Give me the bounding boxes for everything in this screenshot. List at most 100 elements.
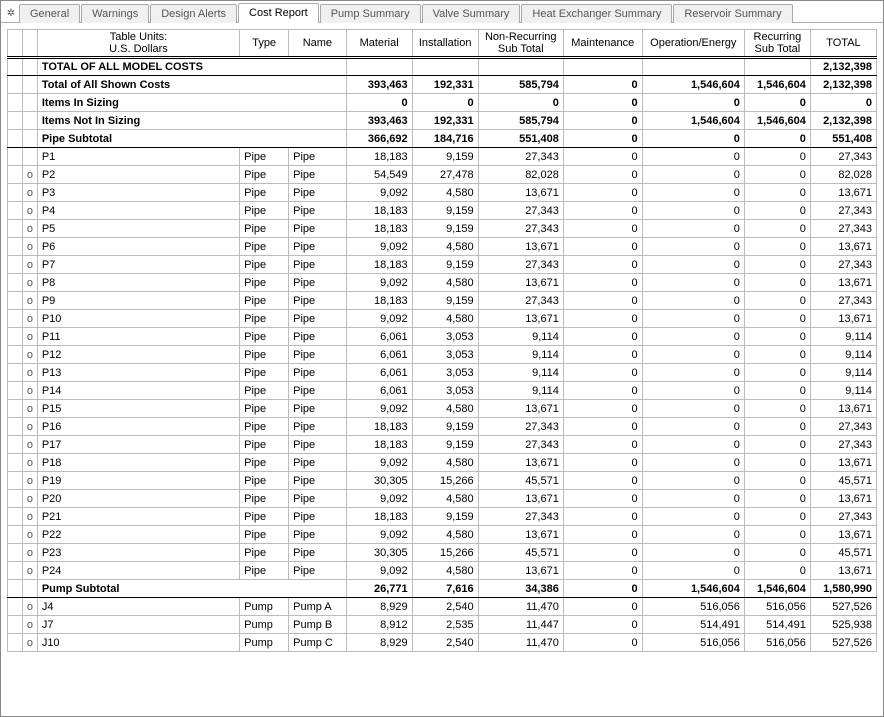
col-maintenance[interactable]: Maintenance [563, 30, 642, 58]
col-type[interactable]: Type [240, 30, 289, 58]
tab-valve-summary[interactable]: Valve Summary [422, 4, 521, 23]
row-pipe-P11[interactable]: oP11PipePipe6,0613,0539,1140009,114 [8, 328, 877, 346]
row-pipe-P19-rec[interactable]: 0 [744, 472, 810, 490]
row-pipe-P2[interactable]: oP2PipePipe54,54927,47882,02800082,028 [8, 166, 877, 184]
row-pipe-P2-material[interactable]: 54,549 [346, 166, 412, 184]
grand-pad-5[interactable] [744, 58, 810, 76]
tab-reservoir-summary[interactable]: Reservoir Summary [673, 4, 792, 23]
row-in-sizing[interactable]: Items In Sizing0000000 [8, 94, 877, 112]
row-pump-J10-blank[interactable] [8, 634, 23, 652]
row-in-sizing-nonrec[interactable]: 0 [478, 94, 563, 112]
row-pipe-P15-name[interactable]: Pipe [289, 400, 347, 418]
row-pipe-P2-id[interactable]: P2 [37, 166, 239, 184]
row-pipe-P21-maint[interactable]: 0 [563, 508, 642, 526]
row-pipe-P14-id[interactable]: P14 [37, 382, 239, 400]
row-pipe-P1-type[interactable]: Pipe [240, 148, 289, 166]
row-pipe-P23-op[interactable]: 0 [642, 544, 744, 562]
row-pipe-P15[interactable]: oP15PipePipe9,0924,58013,67100013,671 [8, 400, 877, 418]
row-pipe-P2-install[interactable]: 27,478 [412, 166, 478, 184]
row-pipe-P7-material[interactable]: 18,183 [346, 256, 412, 274]
row-pipe-P11-marker[interactable]: o [22, 328, 37, 346]
row-pipe-P22-rec[interactable]: 0 [744, 526, 810, 544]
row-pipe-P19-id[interactable]: P19 [37, 472, 239, 490]
row-pipe-P8-type[interactable]: Pipe [240, 274, 289, 292]
row-pump-J7-rec[interactable]: 514,491 [744, 616, 810, 634]
row-pipe-P17-maint[interactable]: 0 [563, 436, 642, 454]
row-pipe-P22-total[interactable]: 13,671 [810, 526, 876, 544]
row-shown-costs-maint[interactable]: 0 [563, 76, 642, 94]
row-pipe-subtotal[interactable]: Pipe Subtotal366,692184,716551,408000551… [8, 130, 877, 148]
row-pipe-P19-op[interactable]: 0 [642, 472, 744, 490]
row-pipe-P18-id[interactable]: P18 [37, 454, 239, 472]
row-pipe-P22-blank[interactable] [8, 526, 23, 544]
row-pump-J4-name[interactable]: Pump A [289, 598, 347, 616]
row-pipe-P21-marker[interactable]: o [22, 508, 37, 526]
row-in-sizing-marker[interactable] [22, 94, 37, 112]
row-pipe-P2-name[interactable]: Pipe [289, 166, 347, 184]
row-pipe-P14-install[interactable]: 3,053 [412, 382, 478, 400]
row-pipe-P1-name[interactable]: Pipe [289, 148, 347, 166]
row-pump-J4[interactable]: oJ4PumpPump A8,9292,54011,4700516,056516… [8, 598, 877, 616]
row-pipe-P5-op[interactable]: 0 [642, 220, 744, 238]
row-pipe-P20-maint[interactable]: 0 [563, 490, 642, 508]
row-pipe-P1-nonrec[interactable]: 27,343 [478, 148, 563, 166]
row-pipe-P9-name[interactable]: Pipe [289, 292, 347, 310]
row-pipe-P15-blank[interactable] [8, 400, 23, 418]
row-pipe-P11-type[interactable]: Pipe [240, 328, 289, 346]
row-pipe-P9-install[interactable]: 9,159 [412, 292, 478, 310]
row-pipe-P9-id[interactable]: P9 [37, 292, 239, 310]
row-pipe-P10-blank[interactable] [8, 310, 23, 328]
row-pipe-P16[interactable]: oP16PipePipe18,1839,15927,34300027,343 [8, 418, 877, 436]
row-pipe-P9-marker[interactable]: o [22, 292, 37, 310]
row-pipe-P1-maint[interactable]: 0 [563, 148, 642, 166]
row-pipe-subtotal-blank[interactable] [8, 130, 23, 148]
row-pipe-P23-marker[interactable]: o [22, 544, 37, 562]
row-pipe-P5-rec[interactable]: 0 [744, 220, 810, 238]
row-pipe-P21-nonrec[interactable]: 27,343 [478, 508, 563, 526]
row-pipe-P9-total[interactable]: 27,343 [810, 292, 876, 310]
row-pump-J10-id[interactable]: J10 [37, 634, 239, 652]
row-pipe-P2-rec[interactable]: 0 [744, 166, 810, 184]
row-pipe-P7-rec[interactable]: 0 [744, 256, 810, 274]
row-pipe-P5-blank[interactable] [8, 220, 23, 238]
row-pipe-P1-material[interactable]: 18,183 [346, 148, 412, 166]
row-pipe-P18-op[interactable]: 0 [642, 454, 744, 472]
col-material[interactable]: Material [346, 30, 412, 58]
row-pipe-P18-total[interactable]: 13,671 [810, 454, 876, 472]
row-pipe-P10-op[interactable]: 0 [642, 310, 744, 328]
row-pipe-P4-maint[interactable]: 0 [563, 202, 642, 220]
row-pipe-P19-type[interactable]: Pipe [240, 472, 289, 490]
row-pipe-P15-material[interactable]: 9,092 [346, 400, 412, 418]
row-pipe-P12-rec[interactable]: 0 [744, 346, 810, 364]
row-pipe-P16-id[interactable]: P16 [37, 418, 239, 436]
row-pipe-P21[interactable]: oP21PipePipe18,1839,15927,34300027,343 [8, 508, 877, 526]
row-pipe-P12-material[interactable]: 6,061 [346, 346, 412, 364]
row-pipe-P10-rec[interactable]: 0 [744, 310, 810, 328]
row-pipe-P8-name[interactable]: Pipe [289, 274, 347, 292]
marker[interactable] [22, 58, 37, 76]
row-in-sizing-label[interactable]: Items In Sizing [37, 94, 346, 112]
row-pipe-P9-material[interactable]: 18,183 [346, 292, 412, 310]
row-pipe-P23-nonrec[interactable]: 45,571 [478, 544, 563, 562]
row-pipe-P13-rec[interactable]: 0 [744, 364, 810, 382]
grand-pad-4[interactable] [642, 58, 744, 76]
row-shown-costs-label[interactable]: Total of All Shown Costs [37, 76, 346, 94]
row-pipe-P16-blank[interactable] [8, 418, 23, 436]
row-pump-subtotal[interactable]: Pump Subtotal26,7717,61634,38601,546,604… [8, 580, 877, 598]
row-pipe-P23-total[interactable]: 45,571 [810, 544, 876, 562]
row-pipe-P22-install[interactable]: 4,580 [412, 526, 478, 544]
row-pipe-P4-install[interactable]: 9,159 [412, 202, 478, 220]
row-pipe-P18-marker[interactable]: o [22, 454, 37, 472]
row-pipe-P19-material[interactable]: 30,305 [346, 472, 412, 490]
grand-pad-2[interactable] [478, 58, 563, 76]
row-pipe-P2-maint[interactable]: 0 [563, 166, 642, 184]
row-pipe-P23-type[interactable]: Pipe [240, 544, 289, 562]
row-pipe-P12-maint[interactable]: 0 [563, 346, 642, 364]
row-pipe-P10-nonrec[interactable]: 13,671 [478, 310, 563, 328]
row-pipe-P14-total[interactable]: 9,114 [810, 382, 876, 400]
row-pipe-P7-total[interactable]: 27,343 [810, 256, 876, 274]
row-pipe-P22-type[interactable]: Pipe [240, 526, 289, 544]
row-pipe-P10-type[interactable]: Pipe [240, 310, 289, 328]
row-pipe-P19[interactable]: oP19PipePipe30,30515,26645,57100045,571 [8, 472, 877, 490]
row-pipe-subtotal-maint[interactable]: 0 [563, 130, 642, 148]
